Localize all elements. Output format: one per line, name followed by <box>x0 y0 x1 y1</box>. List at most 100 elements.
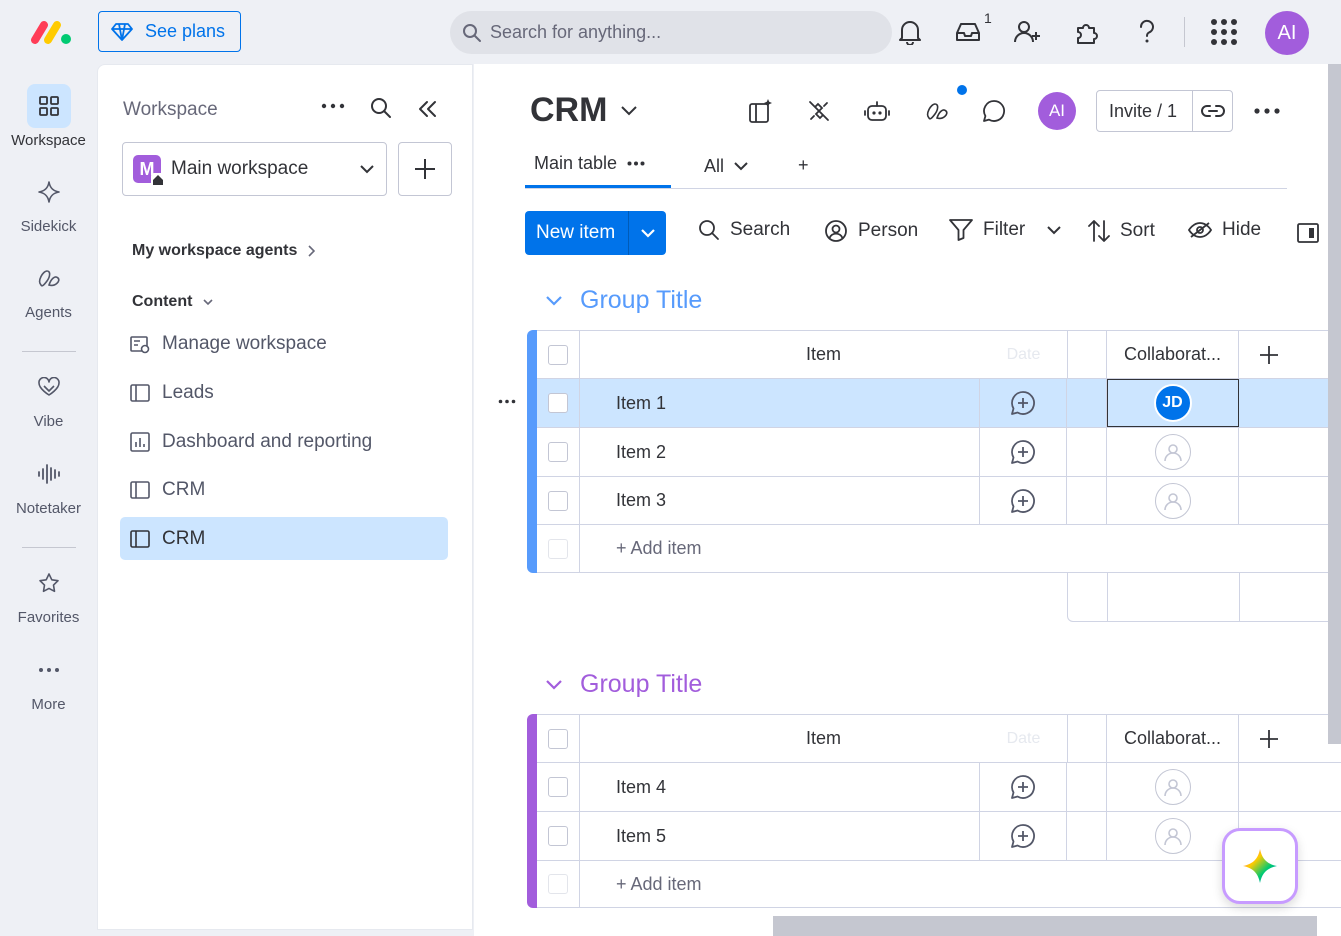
conversation-cell[interactable] <box>980 428 1067 476</box>
collaborators-cell[interactable] <box>1107 428 1239 476</box>
vertical-scrollbar[interactable] <box>1328 64 1341 744</box>
collaborators-cell[interactable] <box>1107 477 1239 524</box>
add-view-button[interactable]: + <box>798 155 809 176</box>
select-all-checkbox[interactable] <box>548 728 568 749</box>
add-item-row[interactable]: + Add item <box>537 861 1341 908</box>
see-plans-button[interactable]: See plans <box>98 11 241 52</box>
group-header[interactable]: Group Title <box>546 286 702 315</box>
item-name-cell[interactable]: Item 3 <box>580 477 980 524</box>
group-title[interactable]: Group Title <box>580 286 702 315</box>
table-row[interactable]: Item 3 <box>537 477 1341 525</box>
collaborators-cell[interactable] <box>1107 763 1239 811</box>
table-row[interactable]: Item 1 JD <box>537 379 1341 428</box>
workspace-link-dashboard[interactable]: Dashboard and reporting <box>120 420 448 463</box>
collaborators-cell[interactable] <box>1107 812 1239 860</box>
board-search-button[interactable]: Search <box>698 219 790 241</box>
add-item-input[interactable]: + Add item <box>580 525 1341 572</box>
item-name[interactable]: Item 3 <box>580 490 666 511</box>
monday-logo-icon[interactable] <box>30 18 74 46</box>
tab-main-table[interactable]: Main table <box>534 153 645 174</box>
ai-sidekick-button[interactable] <box>1222 828 1298 904</box>
item-name-cell[interactable]: Item 5 <box>580 812 980 860</box>
chevron-down-icon[interactable] <box>1047 225 1061 235</box>
workspace-link-crm-active[interactable]: CRM <box>120 517 448 560</box>
row-checkbox[interactable] <box>548 777 568 797</box>
workspace-search-icon[interactable] <box>370 97 392 119</box>
inbox-icon[interactable] <box>953 17 983 47</box>
row-checkbox[interactable] <box>548 393 568 413</box>
column-header-date[interactable]: Date <box>980 331 1067 378</box>
item-name[interactable]: Item 1 <box>580 393 666 414</box>
empty-person-icon[interactable] <box>1154 818 1191 854</box>
item-name-cell[interactable]: Item 1 <box>580 379 980 427</box>
item-name[interactable]: Item 2 <box>580 442 666 463</box>
workspace-selector-dropdown[interactable]: M Main workspace <box>122 142 387 196</box>
rail-item-agents[interactable]: Agents <box>0 256 97 321</box>
add-to-workspace-button[interactable] <box>398 142 452 196</box>
workspace-agents-link[interactable]: My workspace agents <box>132 242 316 260</box>
row-checkbox[interactable] <box>548 826 568 846</box>
empty-person-icon[interactable] <box>1154 482 1191 519</box>
integrations-icon[interactable] <box>804 96 834 126</box>
row-checkbox[interactable] <box>548 442 568 462</box>
rail-item-vibe[interactable]: Vibe <box>0 365 97 430</box>
board-options-icon[interactable] <box>1254 108 1280 114</box>
rail-item-more[interactable]: More <box>0 648 97 713</box>
copy-link-icon[interactable] <box>1193 104 1232 118</box>
group-header[interactable]: Group Title <box>546 670 702 699</box>
workspace-link-leads[interactable]: Leads <box>120 371 448 414</box>
tab-options-icon[interactable] <box>627 161 645 166</box>
new-item-button[interactable]: New item <box>525 211 666 255</box>
select-all-checkbox[interactable] <box>548 344 568 365</box>
invite-button[interactable]: Invite / 1 <box>1096 90 1233 132</box>
help-icon[interactable] <box>1132 17 1162 47</box>
table-row[interactable]: Item 4 <box>537 763 1341 812</box>
collaborator-avatar[interactable]: JD <box>1153 384 1192 422</box>
sort-button[interactable]: Sort <box>1088 219 1155 243</box>
board-agents-icon[interactable] <box>922 96 952 126</box>
item-name-cell[interactable]: Item 4 <box>580 763 980 811</box>
add-item-row[interactable]: + Add item <box>537 525 1341 573</box>
board-title-dropdown[interactable]: CRM <box>530 91 638 130</box>
user-avatar[interactable]: AI <box>1265 11 1309 55</box>
conversation-cell[interactable] <box>980 812 1067 860</box>
global-search-input[interactable]: Search for anything... <box>450 11 892 54</box>
hide-columns-button[interactable]: Hide <box>1188 219 1261 241</box>
rail-item-workspace[interactable]: Workspace <box>0 84 97 149</box>
add-column-button[interactable] <box>1239 715 1299 762</box>
workspace-link-crm[interactable]: CRM <box>120 468 448 511</box>
group-collapse-chevron-icon[interactable] <box>546 295 562 306</box>
table-row[interactable]: Item 2 <box>537 428 1341 477</box>
group-title[interactable]: Group Title <box>580 670 702 699</box>
conversation-cell[interactable] <box>980 763 1067 811</box>
app-switcher-grid-icon[interactable] <box>1209 17 1239 47</box>
group-collapse-chevron-icon[interactable] <box>546 679 562 690</box>
horizontal-scrollbar[interactable] <box>773 916 1317 936</box>
tab-all-views[interactable]: All <box>704 156 748 177</box>
item-name[interactable]: Item 5 <box>580 826 666 847</box>
updates-chat-icon[interactable] <box>979 96 1009 126</box>
collaborators-cell[interactable]: JD <box>1107 379 1239 427</box>
conversation-cell[interactable] <box>980 379 1067 427</box>
rail-item-favorites[interactable]: Favorites <box>0 561 97 626</box>
collapse-panel-icon[interactable] <box>418 100 438 118</box>
rail-item-sidekick[interactable]: Sidekick <box>0 170 97 235</box>
workspace-link-manage[interactable]: Manage workspace <box>120 322 448 365</box>
content-section-toggle[interactable]: Content <box>132 293 214 311</box>
filter-button[interactable]: Filter <box>949 219 1061 241</box>
board-sidekick-icon[interactable] <box>746 96 776 126</box>
item-name[interactable]: Item 4 <box>580 777 666 798</box>
apps-puzzle-icon[interactable] <box>1072 17 1102 47</box>
rail-item-notetaker[interactable]: Notetaker <box>0 452 97 517</box>
column-header-collaborators[interactable]: Collaborat... <box>1107 715 1239 762</box>
invite-member-icon[interactable] <box>1012 17 1042 47</box>
row-options-icon[interactable] <box>498 399 516 404</box>
bell-icon[interactable] <box>895 17 925 47</box>
workspace-options-icon[interactable] <box>321 103 345 109</box>
new-item-dropdown-icon[interactable] <box>629 228 666 238</box>
person-filter-button[interactable]: Person <box>824 219 918 243</box>
automations-robot-icon[interactable] <box>862 96 892 126</box>
table-row[interactable]: Item 5 <box>537 812 1341 861</box>
item-name-cell[interactable]: Item 2 <box>580 428 980 476</box>
row-checkbox[interactable] <box>548 490 568 511</box>
